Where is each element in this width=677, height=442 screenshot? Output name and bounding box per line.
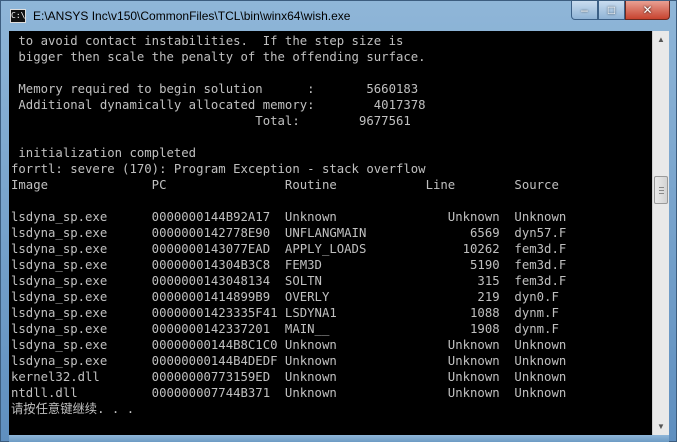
maximize-button[interactable]: □: [598, 1, 625, 20]
minimize-button[interactable]: –: [571, 1, 598, 20]
console-line: bigger then scale the penalty of the off…: [11, 50, 426, 64]
close-button[interactable]: ✕: [625, 1, 670, 20]
caption-buttons: – □ ✕: [571, 1, 670, 21]
grip-line: [659, 190, 664, 191]
scroll-up-arrow-icon[interactable]: ▲: [653, 31, 669, 48]
console-prompt-line: 请按任意键继续. . .: [11, 402, 135, 416]
console-app-icon[interactable]: C:\: [10, 9, 26, 23]
console-output[interactable]: to avoid contact instabilities. If the s…: [9, 31, 652, 435]
console-line: lsdyna_sp.exe 0000000144B92A17 Unknown U…: [11, 210, 567, 224]
console-line: to avoid contact instabilities. If the s…: [11, 34, 404, 48]
window-title: E:\ANSYS Inc\v150\CommonFiles\TCL\bin\wi…: [33, 9, 351, 23]
console-line: forrtl: severe (170): Program Exception …: [11, 162, 426, 176]
console-line: Memory required to begin solution : 5660…: [11, 82, 419, 96]
console-line: lsdyna_sp.exe 0000000143077EAD APPLY_LOA…: [11, 242, 567, 256]
console-line: lsdyna_sp.exe 0000000143048134 SOLTN 315…: [11, 274, 567, 288]
console-line: lsdyna_sp.exe 00000000144B8C1C0 Unknown …: [11, 338, 567, 352]
console-line: ntdll.dll 000000007744B371 Unknown Unkno…: [11, 386, 567, 400]
grip-line: [659, 193, 664, 194]
console-line: kernel32.dll 00000000773159ED Unknown Un…: [11, 370, 567, 384]
console-line: lsdyna_sp.exe 0000000142337201 MAIN__ 19…: [11, 322, 559, 336]
console-window: C:\ E:\ANSYS Inc\v150\CommonFiles\TCL\bi…: [0, 0, 677, 442]
scroll-down-arrow-icon[interactable]: ▼: [653, 418, 669, 435]
console-line: lsdyna_sp.exe 00000000144B4DEDF Unknown …: [11, 354, 567, 368]
console-line: Image PC Routine Line Source: [11, 178, 559, 192]
console-line: lsdyna_sp.exe 00000001423335F41 LSDYNA1 …: [11, 306, 559, 320]
console-line: lsdyna_sp.exe 000000014304B3C8 FEM3D 519…: [11, 258, 567, 272]
console-line: lsdyna_sp.exe 0000000142778E90 UNFLANGMA…: [11, 226, 567, 240]
scrollbar-thumb[interactable]: [654, 176, 668, 204]
console-line: lsdyna_sp.exe 00000001414899B9 OVERLY 21…: [11, 290, 559, 304]
title-bar[interactable]: C:\ E:\ANSYS Inc\v150\CommonFiles\TCL\bi…: [1, 1, 676, 31]
console-line: initialization completed: [11, 146, 197, 160]
console-line: Additional dynamically allocated memory:…: [11, 98, 426, 112]
window-bottom-frame: [9, 435, 669, 442]
console-line: Total: 9677561: [11, 114, 411, 128]
grip-line: [659, 187, 664, 188]
vertical-scrollbar[interactable]: ▲ ▼: [652, 31, 669, 435]
